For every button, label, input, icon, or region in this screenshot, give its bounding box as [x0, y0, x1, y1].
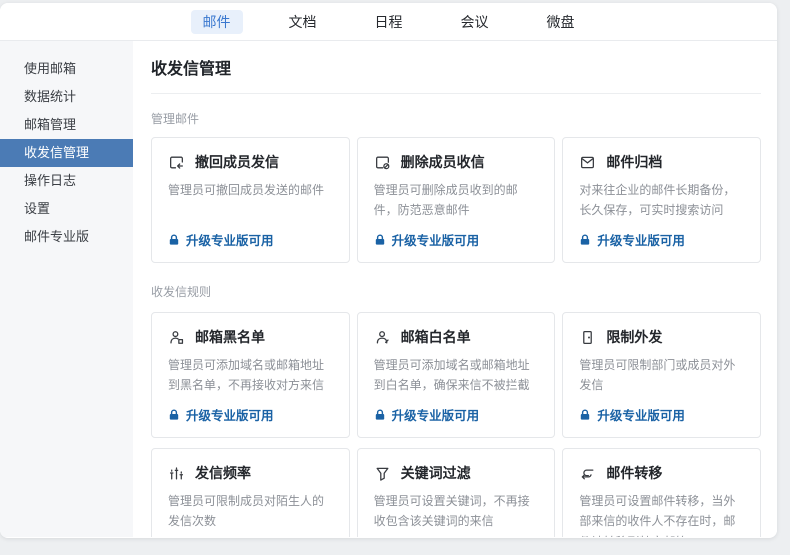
section-label-manage-mail: 管理邮件 [151, 110, 761, 127]
upgrade-pro-link[interactable]: 升级专业版可用 [579, 405, 685, 424]
sidebar-item-mail-usage[interactable]: 使用邮箱 [0, 55, 133, 83]
card-mail-archive[interactable]: 邮件归档 对来往企业的邮件长期备份，长久保存，可实时搜索访问 升级专业版可用 [562, 137, 761, 263]
tab-mail[interactable]: 邮件 [191, 10, 243, 34]
section-label-send-receive-rules: 收发信规则 [151, 283, 761, 300]
tab-drive[interactable]: 微盘 [535, 10, 587, 34]
card-restrict-outgoing[interactable]: 限制外发 管理员可限制部门或成员对外发信 升级专业版可用 [562, 312, 761, 438]
card-description: 管理员可删除成员收到的邮件，防范恶意邮件 [374, 180, 539, 221]
sidebar-item-mailbox-management[interactable]: 邮箱管理 [0, 111, 133, 139]
card-title: 邮箱黑名单 [195, 327, 265, 347]
lock-icon [579, 409, 591, 421]
card-description: 管理员可添加域名或邮箱地址到黑名单，不再接收对方来信 [168, 355, 333, 396]
upgrade-pro-link[interactable]: 升级专业版可用 [374, 230, 480, 249]
upgrade-pro-link[interactable]: 升级专业版可用 [168, 230, 274, 249]
sidebar-item-send-receive-management[interactable]: 收发信管理 [0, 139, 133, 167]
app-window: 邮件 文档 日程 会议 微盘 使用邮箱 数据统计 邮箱管理 收发信管理 操作日志… [0, 3, 777, 538]
door-restrict-icon [579, 329, 596, 346]
card-title: 邮件归档 [606, 152, 662, 172]
sidebar-item-data-stats[interactable]: 数据统计 [0, 83, 133, 111]
sidebar-item-mail-pro[interactable]: 邮件专业版 [0, 223, 133, 251]
card-grid-rules: 邮箱黑名单 管理员可添加域名或邮箱地址到黑名单，不再接收对方来信 升级专业版可用 [151, 312, 761, 537]
card-grid-manage-mail: 撤回成员发信 管理员可撤回成员发送的邮件 升级专业版可用 [151, 137, 761, 263]
lock-icon [168, 234, 180, 246]
tab-schedule[interactable]: 日程 [363, 10, 415, 34]
card-title: 撤回成员发信 [195, 152, 279, 172]
lock-icon [374, 409, 386, 421]
upgrade-pro-link[interactable]: 升级专业版可用 [168, 405, 274, 424]
card-title: 限制外发 [606, 327, 662, 347]
card-description: 管理员可限制成员对陌生人的发信次数 [168, 491, 333, 532]
card-mail-whitelist[interactable]: 邮箱白名单 管理员可添加域名或邮箱地址到白名单，确保来信不被拦截 升级专业版可用 [357, 312, 556, 438]
card-mail-blacklist[interactable]: 邮箱黑名单 管理员可添加域名或邮箱地址到黑名单，不再接收对方来信 升级专业版可用 [151, 312, 350, 438]
card-title: 邮件转移 [606, 463, 662, 483]
lock-icon [374, 234, 386, 246]
lock-icon [579, 234, 591, 246]
card-title: 删除成员收信 [401, 152, 485, 172]
card-mail-recall[interactable]: 撤回成员发信 管理员可撤回成员发送的邮件 升级专业版可用 [151, 137, 350, 263]
card-mail-delete[interactable]: 删除成员收信 管理员可删除成员收到的邮件，防范恶意邮件 升级专业版可用 [357, 137, 556, 263]
card-title: 邮箱白名单 [401, 327, 471, 347]
upgrade-pro-link[interactable]: 升级专业版可用 [374, 405, 480, 424]
card-title: 关键词过滤 [401, 463, 471, 483]
page-title: 收发信管理 [151, 49, 761, 94]
card-title: 发信频率 [195, 463, 251, 483]
upgrade-pro-link[interactable]: 升级专业版可用 [579, 230, 685, 249]
top-nav: 邮件 文档 日程 会议 微盘 [0, 3, 777, 41]
card-description: 管理员可设置邮件转移，当外部来信的收件人不存在时，邮件被转移到特定邮箱 [579, 491, 744, 537]
card-description: 管理员可撤回成员发送的邮件 [168, 180, 333, 200]
sidebar-item-operation-log[interactable]: 操作日志 [0, 167, 133, 195]
lock-icon [168, 409, 180, 421]
mail-archive-icon [579, 154, 596, 171]
mail-transfer-icon [579, 465, 596, 482]
frequency-chart-icon [168, 465, 185, 482]
card-description: 管理员可设置关键词，不再接收包含该关键词的来信 [374, 491, 539, 532]
tab-meeting[interactable]: 会议 [449, 10, 501, 34]
mail-delete-icon [374, 154, 391, 171]
user-whitelist-icon [374, 329, 391, 346]
tab-docs[interactable]: 文档 [277, 10, 329, 34]
keyword-filter-icon [374, 465, 391, 482]
card-mail-transfer[interactable]: 邮件转移 管理员可设置邮件转移，当外部来信的收件人不存在时，邮件被转移到特定邮箱… [562, 448, 761, 537]
sidebar-item-settings[interactable]: 设置 [0, 195, 133, 223]
card-keyword-filter[interactable]: 关键词过滤 管理员可设置关键词，不再接收包含该关键词的来信 升级专业版可用 [357, 448, 556, 537]
mail-recall-icon [168, 154, 185, 171]
main-content: 收发信管理 管理邮件 撤回成员发信 管理员可撤回成员发送的邮件 [133, 41, 777, 537]
card-send-frequency[interactable]: 发信频率 管理员可限制成员对陌生人的发信次数 升级专业版可用 [151, 448, 350, 537]
card-description: 管理员可限制部门或成员对外发信 [579, 355, 744, 396]
user-blacklist-icon [168, 329, 185, 346]
card-description: 对来往企业的邮件长期备份，长久保存，可实时搜索访问 [579, 180, 744, 221]
sidebar: 使用邮箱 数据统计 邮箱管理 收发信管理 操作日志 设置 邮件专业版 [0, 41, 133, 537]
card-description: 管理员可添加域名或邮箱地址到白名单，确保来信不被拦截 [374, 355, 539, 396]
